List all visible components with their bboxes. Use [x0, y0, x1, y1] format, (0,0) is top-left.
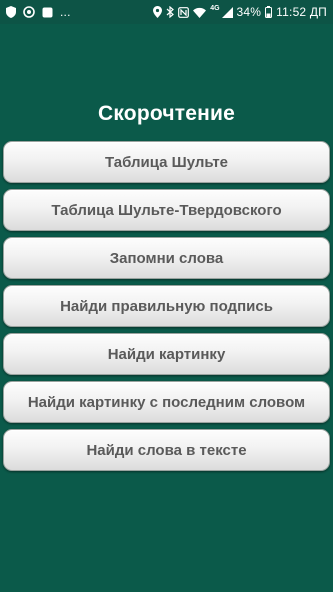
menu-button-schulte-tverdovsky-table[interactable]: Таблица Шульте-Твердовского: [3, 189, 330, 231]
menu-button-find-picture[interactable]: Найди картинку: [3, 333, 330, 375]
network-type: 4G: [210, 4, 220, 12]
screen-title: Скорочтение: [98, 102, 235, 125]
status-bar-left: ...: [6, 5, 71, 19]
clock: 11:52 ДП: [276, 5, 327, 19]
wifi-icon: [193, 7, 207, 18]
menu-button-schulte-table[interactable]: Таблица Шульте: [3, 141, 330, 183]
bluetooth-icon: [166, 6, 175, 18]
notification-icon: [42, 7, 53, 18]
battery-icon: [265, 6, 273, 18]
status-bar-right: 4G 34% 11:52 ДП: [153, 5, 327, 19]
notification-overflow: ...: [60, 5, 71, 19]
battery-percent: 34%: [236, 5, 262, 19]
signal-icon: [221, 6, 233, 18]
menu-button-find-correct-caption[interactable]: Найди правильную подпись: [3, 285, 330, 327]
nfc-icon: [178, 6, 190, 18]
exercise-menu: Таблица Шульте Таблица Шульте-Твердовско…: [3, 141, 330, 477]
sync-icon: [23, 6, 35, 18]
menu-button-find-picture-last-word[interactable]: Найди картинку с последним словом: [3, 381, 330, 423]
location-icon: [153, 6, 163, 18]
status-bar: ... 4G 34% 11:52 ДП: [0, 0, 333, 24]
shield-icon: [6, 6, 16, 18]
menu-button-remember-words[interactable]: Запомни слова: [3, 237, 330, 279]
menu-button-find-words-in-text[interactable]: Найди слова в тексте: [3, 429, 330, 471]
